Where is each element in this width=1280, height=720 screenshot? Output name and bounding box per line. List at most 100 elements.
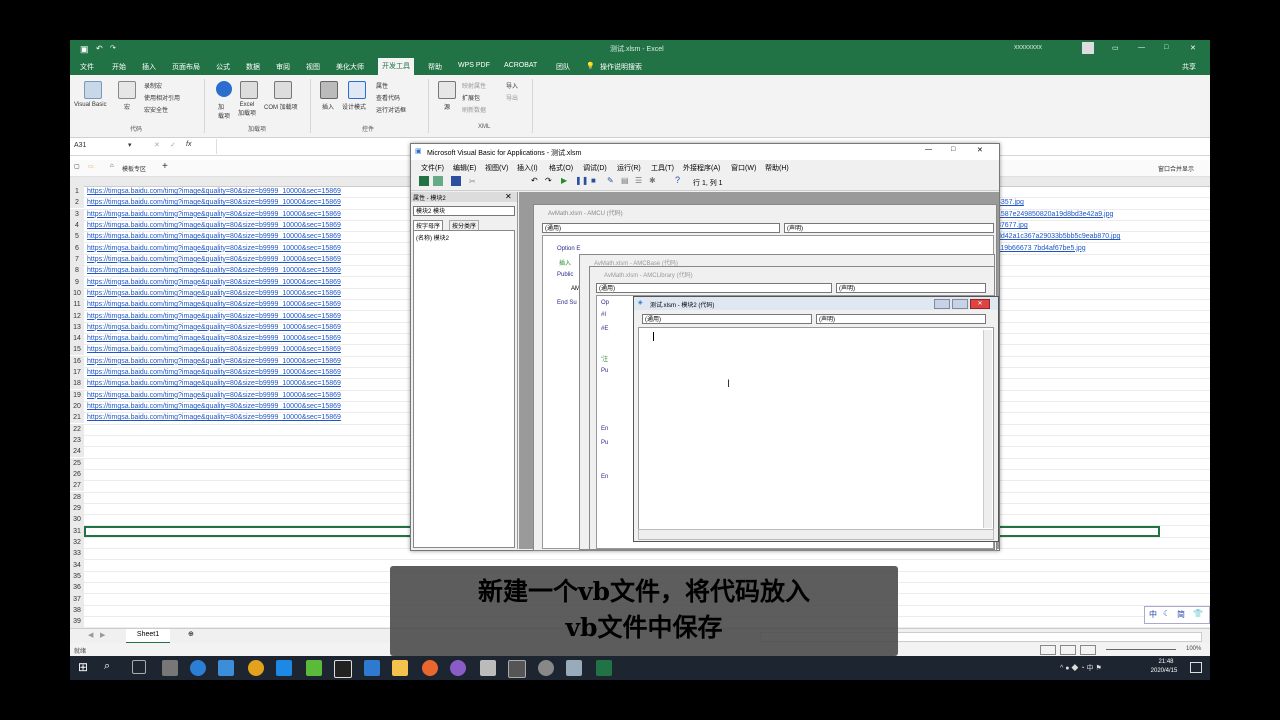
xml-source-button[interactable]: 源 xyxy=(444,102,450,111)
url-cell-tail[interactable]: dd42a1c367a29033b5bb5c9eab870.jpg xyxy=(997,231,1120,242)
avatar[interactable] xyxy=(1082,42,1094,54)
project-explorer-icon[interactable]: ▤ xyxy=(621,176,629,185)
url-cell[interactable]: https://timgsa.baidu.com/timg?image&qual… xyxy=(87,412,341,423)
app-icon[interactable] xyxy=(450,660,466,676)
url-cell[interactable]: https://timgsa.baidu.com/timg?image&qual… xyxy=(87,197,341,208)
url-cell[interactable]: https://timgsa.baidu.com/timg?image&qual… xyxy=(87,378,341,389)
url-cell[interactable]: https://timgsa.baidu.com/timg?image&qual… xyxy=(87,356,341,367)
run-icon[interactable]: ▶ xyxy=(561,176,567,185)
tell-me-search[interactable]: 操作说明搜索 xyxy=(600,62,642,72)
qq-browser-icon[interactable] xyxy=(276,660,292,676)
tab-insert[interactable]: 插入 xyxy=(142,62,156,72)
close-icon[interactable]: ✕ xyxy=(1190,44,1196,52)
row-number[interactable]: 28 xyxy=(70,491,84,503)
app-icon[interactable] xyxy=(480,660,496,676)
row-number[interactable]: 2 xyxy=(70,197,84,209)
row-number[interactable]: 17 xyxy=(70,367,84,379)
wechat-icon[interactable] xyxy=(306,660,322,676)
property-name-row[interactable]: (名称) 模块2 xyxy=(416,233,449,242)
module-close-icon[interactable]: ✕ xyxy=(970,299,990,309)
url-cell[interactable]: https://timgsa.baidu.com/timg?image&qual… xyxy=(87,277,341,288)
row-number[interactable]: 39 xyxy=(70,616,84,628)
calculator-icon[interactable] xyxy=(162,660,178,676)
url-cell[interactable]: https://timgsa.baidu.com/timg?image&qual… xyxy=(87,254,341,265)
row-number[interactable]: 23 xyxy=(70,435,84,447)
folder-icon[interactable]: ▭ xyxy=(88,163,94,170)
url-cell-tail[interactable]: 1587e249850820a19d8bd3e42a9.jpg xyxy=(997,209,1113,220)
cancel-icon[interactable]: ✕ xyxy=(154,141,160,149)
vertical-scrollbar[interactable] xyxy=(983,330,992,528)
doc-icon[interactable]: ▢ xyxy=(74,163,80,170)
tab-formulas[interactable]: 公式 xyxy=(216,62,230,72)
minimize-icon[interactable]: — xyxy=(1138,44,1145,51)
excel-addins-button[interactable]: Excel 加载项 xyxy=(238,102,256,117)
row-number[interactable]: 33 xyxy=(70,548,84,560)
ime-mode[interactable]: 中 xyxy=(1149,609,1157,620)
procedure-combo[interactable]: (声明) xyxy=(816,314,986,324)
enter-icon[interactable]: ✓ xyxy=(170,141,176,149)
url-cell-tail[interactable]: 119b66673 7bd4af67be5.jpg xyxy=(997,243,1086,254)
expansion-pack-button[interactable]: 扩展包 xyxy=(462,93,480,102)
row-number[interactable]: 37 xyxy=(70,593,84,605)
excel-icon[interactable] xyxy=(596,660,612,676)
function-icon[interactable]: fx xyxy=(186,141,191,148)
properties-button[interactable]: 属性 xyxy=(376,81,388,90)
edge-icon[interactable] xyxy=(190,660,206,676)
horizontal-scrollbar[interactable] xyxy=(638,529,994,540)
ime-toolbar[interactable]: 中 ☾ 简 👕 xyxy=(1144,606,1210,624)
ime-moon-icon[interactable]: ☾ xyxy=(1163,609,1170,618)
tab-page-layout[interactable]: 页面布局 xyxy=(172,62,200,72)
redo-icon[interactable]: ↷ xyxy=(110,44,116,52)
url-cell[interactable]: https://timgsa.baidu.com/timg?image&qual… xyxy=(87,390,341,401)
firefox-icon[interactable] xyxy=(422,660,438,676)
vba-menu-debug[interactable]: 调试(D) xyxy=(583,163,607,173)
row-number[interactable]: 1 xyxy=(70,186,84,197)
row-number[interactable]: 31 xyxy=(70,525,84,537)
url-cell[interactable]: https://timgsa.baidu.com/timg?image&qual… xyxy=(87,220,341,231)
url-cell[interactable]: https://timgsa.baidu.com/timg?image&qual… xyxy=(87,367,341,378)
properties-icon[interactable]: ☰ xyxy=(635,176,642,185)
tab-home[interactable]: 开始 xyxy=(112,62,126,72)
url-cell-tail[interactable]: 37677.jpg xyxy=(997,220,1028,231)
save-icon[interactable]: ▣ xyxy=(80,44,89,55)
vba-menu-view[interactable]: 视图(V) xyxy=(485,163,508,173)
sheet-tab-sheet1[interactable]: Sheet1 xyxy=(126,629,170,644)
qq-icon[interactable] xyxy=(334,660,352,678)
row-number[interactable]: 18 xyxy=(70,378,84,390)
row-number[interactable]: 24 xyxy=(70,446,84,458)
visual-basic-button[interactable]: Visual Basic xyxy=(74,102,107,108)
search-icon[interactable]: ⌕ xyxy=(104,660,120,676)
notification-icon[interactable] xyxy=(1190,662,1202,673)
url-cell[interactable]: https://timgsa.baidu.com/timg?image&qual… xyxy=(87,231,341,242)
add-tab-icon[interactable]: + xyxy=(162,161,168,172)
procedure-combo[interactable]: (声明) xyxy=(836,283,986,293)
object-browser-icon[interactable]: ✱ xyxy=(649,176,656,185)
row-number[interactable]: 11 xyxy=(70,299,84,311)
row-number[interactable]: 36 xyxy=(70,582,84,594)
row-number[interactable]: 15 xyxy=(70,344,84,356)
row-number[interactable]: 32 xyxy=(70,536,84,548)
row-number[interactable]: 3 xyxy=(70,208,84,220)
tab-review[interactable]: 审阅 xyxy=(276,62,290,72)
record-macro-button[interactable]: 录制宏 xyxy=(144,81,162,90)
view-code-button[interactable]: 查看代码 xyxy=(376,93,400,102)
relative-ref-button[interactable]: 使用相对引用 xyxy=(144,93,180,102)
row-number[interactable]: 14 xyxy=(70,333,84,345)
row-number[interactable]: 27 xyxy=(70,480,84,492)
row-number[interactable]: 9 xyxy=(70,276,84,288)
tab-file[interactable]: 文件 xyxy=(80,62,94,72)
module-maximize-icon[interactable] xyxy=(952,299,968,309)
vba-minimize-icon[interactable]: — xyxy=(925,146,932,153)
row-number[interactable]: 26 xyxy=(70,469,84,480)
row-number[interactable]: 29 xyxy=(70,502,84,514)
page-break-icon[interactable] xyxy=(1080,645,1096,655)
row-number[interactable]: 7 xyxy=(70,253,84,265)
share-button[interactable]: 共享 xyxy=(1182,62,1196,72)
app-icon[interactable] xyxy=(566,660,582,676)
task-view-icon[interactable] xyxy=(132,660,146,674)
notes-icon[interactable] xyxy=(392,660,408,676)
app-icon[interactable] xyxy=(508,660,526,678)
object-combo[interactable]: (通用) xyxy=(642,314,812,324)
url-cell[interactable]: https://timgsa.baidu.com/timg?image&qual… xyxy=(87,344,341,355)
run-dialog-button[interactable]: 运行对话框 xyxy=(376,105,406,114)
